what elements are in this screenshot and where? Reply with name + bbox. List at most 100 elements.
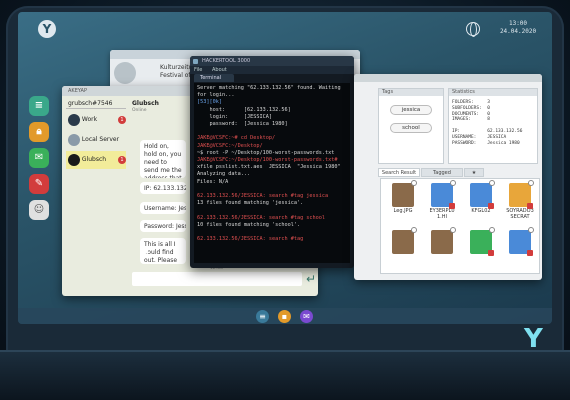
file-grid: Leg.JPG EY3ERPL0 1.HI KFGL02 SOYRADO3 SECRA… <box>380 178 540 274</box>
terminal-line: host: [62.133.132.56] <box>197 106 291 113</box>
send-icon[interactable]: ↵ <box>304 272 318 286</box>
encrypted-lock-icon <box>527 203 533 209</box>
tags-panel: Tags jessica school <box>378 88 444 164</box>
terminal-titlebar[interactable]: HACKERTOOL 3000 <box>190 56 354 66</box>
contact-item-work[interactable]: Work 1 <box>66 111 126 129</box>
document-file-icon <box>470 227 495 256</box>
tag-dot-icon <box>450 180 456 186</box>
lock-app-icon[interactable]: 🔒︎ <box>29 122 49 142</box>
file-item[interactable] <box>385 227 421 274</box>
terminal-line: [53][0k] <box>197 99 222 106</box>
terminal-window[interactable]: HACKERTOOL 3000 File About Terminal Serv… <box>190 56 354 268</box>
globe-icon[interactable] <box>466 22 480 37</box>
file-manager-titlebar[interactable] <box>354 74 542 82</box>
terminal-line: login: [JESSICA] <box>197 113 272 120</box>
file-item[interactable] <box>502 227 538 274</box>
tag-dot-icon <box>489 180 495 186</box>
encrypted-lock-icon <box>488 203 494 209</box>
document-file-icon <box>509 180 534 209</box>
terminal-line: 13 files found matching 'jessica'. <box>197 200 304 207</box>
tag-dot-icon <box>528 180 534 186</box>
chat-header-name: Glubsch <box>132 100 159 107</box>
contact-item-local-server[interactable]: Local Server <box>66 131 126 149</box>
taskbar: ≡ ▪ ✉ <box>18 308 552 324</box>
contact-name: Local Server <box>81 136 120 143</box>
lock-app-taskbar-icon[interactable]: ▪ <box>278 310 291 323</box>
tag-dot-icon <box>450 227 456 233</box>
chat-message: Username: Jessica <box>140 202 186 214</box>
document-file-icon <box>431 180 456 209</box>
terminal-line: 10 files found matching 'school'. <box>197 221 301 228</box>
message-input[interactable] <box>132 272 302 286</box>
file-label: Leg.JPG <box>393 208 413 214</box>
tab-favorites[interactable]: ★ <box>464 168 484 177</box>
unread-badge: 1 <box>118 116 126 124</box>
contact-avatar-icon <box>68 133 80 146</box>
document-file-icon <box>470 180 495 209</box>
os-logo-icon[interactable]: Y <box>38 20 56 38</box>
tag-button-school[interactable]: school <box>390 123 432 133</box>
mail-app-icon[interactable]: ✉ <box>29 148 49 168</box>
unread-badge: 1 <box>118 156 126 164</box>
dock: ≡ 🔒︎ ✉ ✎ ☺ <box>26 96 52 226</box>
pdf-app-icon[interactable]: ✎ <box>29 174 49 194</box>
chat-app-taskbar-icon[interactable]: ≡ <box>256 310 269 323</box>
contacts-app-icon[interactable]: ☺ <box>29 200 49 220</box>
file-manager-window[interactable]: Tags jessica school Statistics FOLDERS: … <box>354 74 542 280</box>
image-file-icon <box>392 227 417 254</box>
chat-message: Password: Jessica 1980 <box>140 220 186 232</box>
terminal-line: 62.133.132.56/JESSICA: search #tag <box>197 236 304 243</box>
file-item[interactable]: SOYRADO3 SECRAT <box>502 180 538 227</box>
document-file-icon <box>509 227 534 256</box>
tags-header: Tags <box>379 89 443 96</box>
contact-name: Work <box>81 116 98 123</box>
terminal-output[interactable]: Server matching "62.133.132.56" found. W… <box>194 83 350 263</box>
tab-tagged[interactable]: Tagged <box>421 168 463 177</box>
file-label: EY3ERPL0 1.HI <box>429 208 455 220</box>
terminal-menu: File About <box>190 66 354 74</box>
image-file-icon <box>431 227 456 254</box>
terminal-line: Server matching "62.133.132.56" found. W… <box>197 85 341 91</box>
file-item[interactable]: EY3ERPL0 1.HI <box>424 180 460 227</box>
file-item[interactable]: KFGL02 <box>463 180 499 227</box>
mail-app-taskbar-icon[interactable]: ✉ <box>300 310 313 323</box>
terminal-line: password: [Jessica 1980] <box>197 121 288 128</box>
terminal-line: JAKE@VCSFC:~# cd Desktop/ <box>197 135 276 142</box>
clock-date: 24.04.2020 <box>499 28 537 35</box>
statistics-list: FOLDERS: 3 SUBFOLDERS: 0 DOCUMENTS: 0 IMAGE… <box>449 96 537 150</box>
messages-app-icon[interactable]: ≡ <box>29 96 49 116</box>
file-item[interactable] <box>463 227 499 274</box>
tag-button-jessica[interactable]: jessica <box>390 105 432 115</box>
file-item[interactable] <box>424 227 460 274</box>
terminal-line: for login... <box>197 92 235 99</box>
file-item[interactable]: Leg.JPG <box>385 180 421 227</box>
brand-logo: Y <box>524 324 543 354</box>
terminal-line: JAKE@VCSFC:~/Desktop/ <box>197 142 263 149</box>
encrypted-lock-icon <box>488 250 494 256</box>
chat-message: Hold on, hold on, you need to send me th… <box>140 140 186 178</box>
tag-dot-icon <box>411 180 417 186</box>
encrypted-lock-icon <box>527 250 533 256</box>
menu-about[interactable]: About <box>212 67 227 73</box>
clock: 13:00 24.04.2020 <box>490 20 546 36</box>
statistics-line: IP: 62.133.132.56 <box>452 128 523 134</box>
tab-search-result[interactable]: Search Result <box>378 168 420 177</box>
laptop-base <box>0 350 570 400</box>
desktop-screen: Y 13:00 24.04.2020 ≡ 🔒︎ ✉ ✎ ☺ Kulturzeit… <box>18 12 552 324</box>
clock-time: 13:00 <box>508 20 528 27</box>
contact-search-input[interactable]: grubsch#7546 <box>66 98 126 109</box>
menu-file[interactable]: File <box>194 67 202 73</box>
tab-terminal[interactable]: Terminal <box>194 74 234 82</box>
terminal-line: 62.133.132.56/JESSICA: search #tag schoo… <box>197 214 326 221</box>
contact-item-glubsch[interactable]: Glubsch 1 <box>66 151 126 169</box>
tag-dot-icon <box>528 227 534 233</box>
terminal-line: 62.133.132.56/JESSICA: search #tag jessi… <box>197 193 329 200</box>
terminal-line: Analyzing data... <box>197 171 251 178</box>
image-file-icon <box>392 180 417 207</box>
contact-avatar-icon <box>68 153 80 166</box>
terminal-line: xfile psslist.txt.aes JESSICA "Jessica 1… <box>197 164 341 171</box>
